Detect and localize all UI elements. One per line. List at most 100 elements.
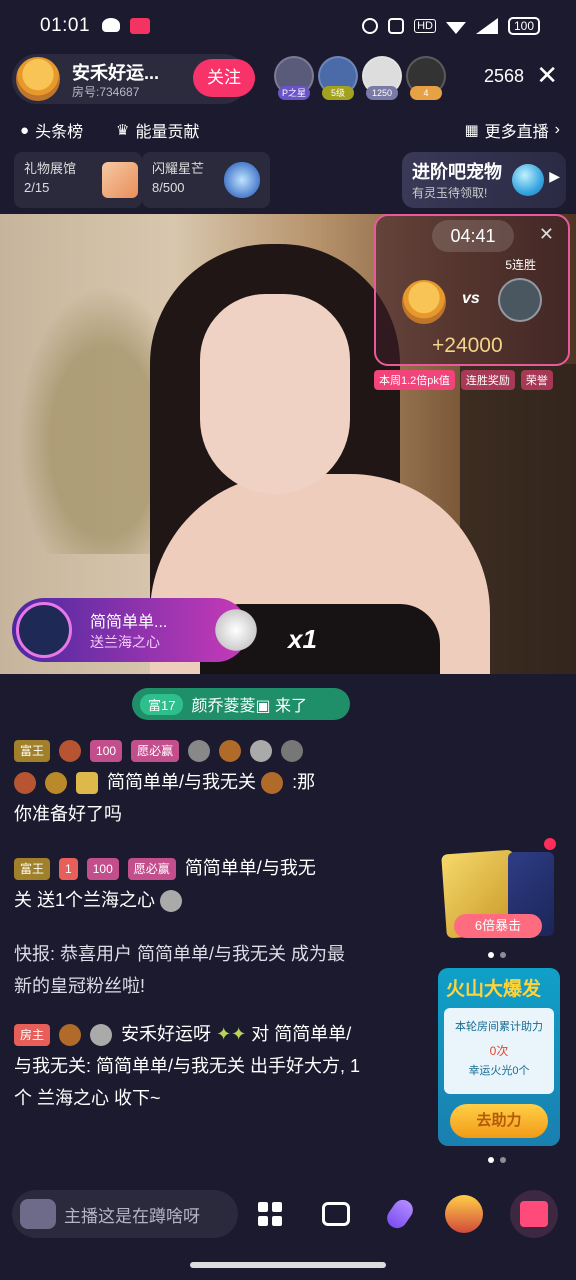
wheat-icon: ✦✦ (216, 1024, 247, 1044)
gift-sender: 简简单单... (90, 614, 168, 631)
mute-icon (388, 18, 405, 34)
title-badge: 愿必赢 (127, 858, 176, 881)
home-indicator[interactable] (190, 1262, 386, 1268)
host-avatar[interactable] (16, 57, 60, 101)
chat-text: 与我无关: 简简单单/与我无关 出手好大方, 1 (14, 1056, 361, 1076)
more-live-link[interactable]: ▦ 更多直播 › (464, 118, 560, 142)
chat-message[interactable]: 富王 1 100 愿必赢 简简单单/与我无 关 送1个兰海之心 (14, 852, 424, 916)
viewer-avatar[interactable]: 4 (406, 56, 446, 100)
gift-toast: 简简单单... 送兰海之心 (12, 598, 260, 662)
host-badge: 房主 (14, 1024, 51, 1047)
viewer-badge: P之星 (278, 86, 310, 100)
title-badge: 愿必赢 (131, 740, 180, 763)
close-icon[interactable]: ✕ (536, 60, 558, 91)
chat-message[interactable]: 房主 安禾好运呀 ✦✦ 对 简简单单/ 与我无关: 简简单单/与我无关 出手好大… (14, 1018, 424, 1114)
pk-tag: 连胜奖励 (460, 370, 515, 390)
gift-gallery-count: 2/15 (24, 180, 50, 195)
pet-orb-icon (512, 164, 544, 196)
medal-icon (188, 740, 211, 763)
chat-username[interactable]: 简简单单/ (274, 1024, 351, 1044)
level-badge: 100 (86, 858, 119, 881)
pk-button[interactable] (440, 1190, 488, 1238)
chat-username[interactable]: 简简单单/与我无关 (107, 772, 256, 792)
pk-tag: 荣誉 (520, 370, 553, 390)
more-live-label: 更多直播 (484, 124, 549, 141)
pet-banner[interactable]: 进阶吧宠物 有灵玉待领取! ▶ (402, 152, 566, 208)
system-text: 新的皇冠粉丝啦! (14, 976, 146, 996)
live-video[interactable]: 04:41 ✕ 5连胜 vs +24000 本周1.2倍pk值 连胜奖励 荣誉 … (0, 214, 576, 674)
pk-timer: 04:41 (432, 220, 514, 252)
medal-icon (45, 772, 68, 795)
wifi-icon (445, 22, 466, 34)
medal-icon (250, 740, 273, 763)
viewer-badge: 5级 (322, 86, 354, 100)
streamer-face (200, 294, 350, 494)
host-name: 安禾好运... (72, 63, 160, 83)
more-functions-button[interactable] (246, 1190, 294, 1238)
gift-gallery-label: 礼物展馆 (24, 161, 77, 176)
viewer-avatar[interactable]: P之星 (274, 56, 314, 100)
pk-tags: 本周1.2倍pk值 连胜奖励 荣誉 (374, 370, 553, 390)
chat-message[interactable]: 富王 100 愿必赢 简简单单/与我无关 :那 你准备好了吗 (14, 734, 424, 830)
headline-rank-link[interactable]: ● 头条榜 (20, 118, 83, 142)
medal-icon (76, 772, 99, 795)
play-icon: ▶ (549, 168, 560, 184)
gift-box-icon (102, 162, 138, 198)
fan-badge: 富王 (14, 740, 51, 763)
live-header: 安禾好运... 房号:734687 关注 P之星 5级 1250 4 2568 … (0, 54, 576, 104)
chat-text: 个 兰海之心 收下~ (14, 1088, 161, 1108)
medal-icon (219, 740, 242, 763)
comment-placeholder: 主播这是在蹲啥呀 (64, 1206, 200, 1226)
flame-icon: ● (20, 121, 30, 139)
chat-username[interactable]: 安禾好运呀 (121, 1024, 211, 1044)
pk-panel[interactable]: 04:41 ✕ 5连胜 vs +24000 (374, 214, 570, 366)
pet-subtitle: 有灵玉待领取! (412, 186, 488, 200)
viewer-avatar[interactable]: 1250 (362, 56, 402, 100)
top-viewers: P之星 5级 1250 4 (274, 56, 446, 100)
volcano-event-card[interactable]: 火山大爆发 本轮房间累计助力 0次 幸运火光0个 去助力 (438, 968, 560, 1146)
viewer-badge: 1250 (366, 86, 398, 100)
viewer-avatar[interactable]: 5级 (318, 56, 358, 100)
level-badge: 100 (90, 740, 123, 763)
chat-text: 你准备好了吗 (14, 804, 122, 824)
ocean-heart-gift-icon (212, 606, 260, 654)
promo-pager (488, 952, 506, 958)
sing-button[interactable] (376, 1190, 424, 1238)
promo-label: 6倍暴击 (454, 914, 542, 938)
message-button[interactable] (312, 1190, 360, 1238)
viewer-count[interactable]: 2568 (484, 66, 524, 87)
promo-card[interactable]: 6倍暴击 (441, 840, 558, 950)
grid-icon (258, 1202, 282, 1226)
notification-dot (544, 838, 556, 850)
video-notification-icon (130, 18, 151, 34)
gift-icon (520, 1201, 548, 1227)
pk-avatar-icon (445, 1195, 483, 1233)
chevron-right-icon: › (554, 121, 560, 138)
pk-opponent-avatar[interactable] (498, 278, 542, 322)
chat-username[interactable]: 简简单单/与我无 (185, 858, 316, 878)
headline-rank-label: 头条榜 (35, 124, 84, 141)
host-info[interactable]: 安禾好运... 房号:734687 关注 (12, 54, 255, 104)
chat-text: 关 送1个兰海之心 (14, 890, 156, 910)
star-progress[interactable]: 闪耀星芒 8/500 (142, 152, 270, 208)
room-number: 房号:734687 (72, 85, 140, 99)
ocean-heart-gift-icon (160, 890, 183, 913)
gift-button[interactable] (510, 1190, 558, 1238)
status-time: 01:01 (40, 15, 91, 36)
signal-icon (475, 18, 498, 34)
medal-icon (14, 772, 36, 795)
chat-text: :那 (292, 772, 316, 792)
follow-button[interactable]: 关注 (193, 59, 255, 97)
status-bar: 01:01 HD 100 (0, 0, 576, 52)
gift-gallery[interactable]: 礼物展馆 2/15 (14, 152, 142, 208)
close-icon[interactable]: ✕ (539, 224, 554, 245)
gift-combo: x1 (288, 624, 317, 654)
pager-dot (488, 952, 494, 958)
chat-bubble-icon (322, 1202, 350, 1226)
pk-vs-label: vs (462, 290, 480, 307)
energy-contribution-link[interactable]: ♛ 能量贡献 (116, 118, 199, 142)
system-text: 快报: 恭喜用户 简简单单/与我无关 成为最 (14, 944, 346, 964)
volcano-info: 本轮房间累计助力 0次 幸运火光0个 (444, 1008, 554, 1094)
boost-button[interactable]: 去助力 (450, 1104, 548, 1138)
comment-input[interactable]: 主播这是在蹲啥呀 (12, 1190, 238, 1238)
